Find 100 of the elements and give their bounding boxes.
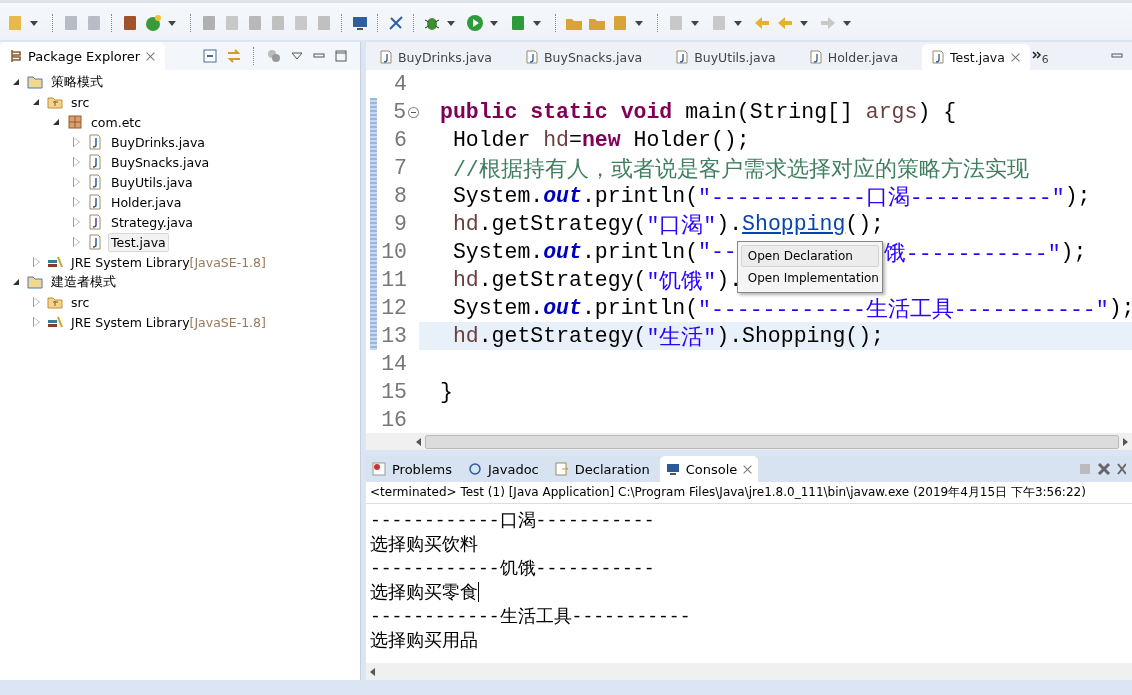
line-number: 10	[380, 240, 407, 264]
code-token: hd	[451, 324, 479, 348]
code-token: System.	[451, 296, 544, 320]
menu-item[interactable]: Open Declaration	[740, 245, 879, 267]
code-link[interactable]: Shopping	[742, 212, 846, 236]
java-file-icon	[380, 50, 392, 64]
expanded-arrow-icon[interactable]	[12, 77, 22, 87]
run-icon[interactable]	[466, 14, 484, 32]
view-title: Package Explorer	[28, 48, 141, 64]
view-tab[interactable]: Declaration	[548, 456, 656, 482]
dropdown-caret-icon[interactable]	[447, 20, 455, 26]
tree-item[interactable]: BuyUtils.java	[108, 172, 196, 192]
java-file-icon	[676, 50, 689, 64]
menu-item[interactable]: Open Implementation	[740, 267, 879, 289]
filter-icon[interactable]	[266, 48, 282, 64]
tree-item[interactable]: BuySnacks.java	[108, 152, 213, 172]
tree-item[interactable]: Holder.java	[108, 192, 185, 212]
console-line: ------------口渴-----------	[370, 510, 655, 532]
remove-icon[interactable]	[1096, 461, 1112, 477]
source-folder-icon	[47, 294, 63, 310]
console-line: ------------饥饿-----------	[370, 558, 655, 580]
editor-tab[interactable]: BuySnacks.java	[516, 44, 665, 70]
horizontal-scrollbar[interactable]	[366, 663, 1132, 680]
code-token: .getStrategy(	[478, 212, 647, 236]
dropdown-caret-icon[interactable]	[734, 20, 742, 26]
dropdown-caret-icon[interactable]	[800, 20, 808, 26]
java-file-icon	[87, 194, 103, 210]
code-token: hd	[543, 128, 570, 152]
tree-item[interactable]: Strategy.java	[108, 212, 196, 232]
line-number: 7	[393, 156, 407, 180]
java-file-icon	[809, 50, 822, 64]
code-token: );	[1108, 296, 1132, 320]
view-tab[interactable]: Console	[659, 456, 759, 482]
java-file-icon	[87, 134, 103, 150]
code-token: System.	[451, 184, 544, 208]
dropdown-caret-icon[interactable]	[533, 20, 541, 26]
java-file-icon	[932, 50, 945, 64]
tree-item[interactable]: src	[68, 292, 93, 312]
code-token: //根据持有人，或者说是客户需求选择对应的策略方法实现	[451, 156, 1029, 183]
horizontal-scrollbar[interactable]	[366, 433, 1132, 450]
code-token: args	[865, 100, 918, 124]
console-line: 选择购买用品	[370, 630, 478, 652]
editor-tab[interactable]: Holder.java	[799, 44, 921, 70]
code-token: ) {	[917, 100, 957, 124]
folder-icon	[27, 74, 43, 90]
chevrons-icon	[1031, 50, 1042, 59]
expanded-arrow-icon[interactable]	[32, 97, 42, 107]
code-token: .getStrategy(	[478, 324, 647, 348]
tree-item[interactable]: Test.java	[108, 232, 169, 252]
view-menu-icon[interactable]	[290, 51, 304, 61]
collapse-all-icon[interactable]	[202, 48, 218, 64]
console-line: 选择购买零食	[370, 582, 478, 604]
tree-item[interactable]: BuyDrinks.java	[108, 132, 208, 152]
java-file-icon	[526, 50, 538, 64]
editor-tab[interactable]: BuyDrinks.java	[370, 44, 514, 70]
code-token: "饥饿"	[646, 268, 717, 295]
tree-item[interactable]: JRE System Library[JavaSE-1.8]	[68, 252, 269, 272]
minimize-icon[interactable]	[312, 51, 326, 61]
console-line: ------------生活工具-----------	[370, 606, 691, 628]
tree-item[interactable]: src	[68, 92, 93, 112]
back-arrow-icon[interactable]	[776, 14, 794, 32]
minimize-icon[interactable]	[1110, 51, 1124, 61]
tree-item[interactable]: com.etc	[88, 112, 145, 132]
line-number: 12	[380, 296, 407, 320]
dropdown-caret-icon[interactable]	[691, 20, 699, 26]
tree-item[interactable]: 建造者模式	[48, 271, 119, 293]
expanded-arrow-icon[interactable]	[12, 277, 22, 287]
java-file-icon	[87, 234, 103, 250]
books-icon	[47, 254, 63, 270]
more-tabs-button[interactable]: 6	[1031, 46, 1049, 66]
dropdown-caret-icon[interactable]	[635, 20, 643, 26]
code-token: "口渴"	[646, 212, 717, 239]
code-token: main(String[]	[684, 100, 854, 124]
view-tab[interactable]: Problems	[366, 456, 458, 482]
dropdown-caret-icon[interactable]	[30, 20, 38, 26]
code-token: =	[569, 128, 582, 152]
line-number: 6	[393, 128, 407, 152]
code-token: hd	[451, 212, 479, 236]
code-token: out	[543, 296, 582, 320]
view-tab[interactable]: Javadoc	[461, 456, 545, 482]
books-icon	[47, 314, 63, 330]
source-folder-icon	[47, 94, 63, 110]
dropdown-caret-icon[interactable]	[843, 20, 851, 26]
line-number: 8	[393, 184, 407, 208]
folder-icon	[27, 274, 43, 290]
code-token: .println(	[581, 296, 699, 320]
code-token: ();	[845, 212, 884, 236]
remove-all-icon[interactable]	[1116, 461, 1126, 477]
tree-item[interactable]: 策略模式	[48, 71, 106, 93]
dropdown-caret-icon[interactable]	[490, 20, 498, 26]
editor-tab[interactable]: BuyUtils.java	[666, 44, 798, 70]
monitor-icon[interactable]	[351, 14, 369, 32]
dropdown-caret-icon[interactable]	[168, 20, 176, 26]
code-token: ).	[716, 212, 743, 236]
expanded-arrow-icon[interactable]	[52, 117, 62, 127]
maximize-icon[interactable]	[334, 49, 348, 63]
editor-tab[interactable]: Test.java	[922, 44, 1030, 70]
code-token: System.	[451, 240, 544, 264]
link-arrows-icon[interactable]	[226, 48, 242, 64]
tree-item[interactable]: JRE System Library[JavaSE-1.8]	[68, 312, 269, 332]
